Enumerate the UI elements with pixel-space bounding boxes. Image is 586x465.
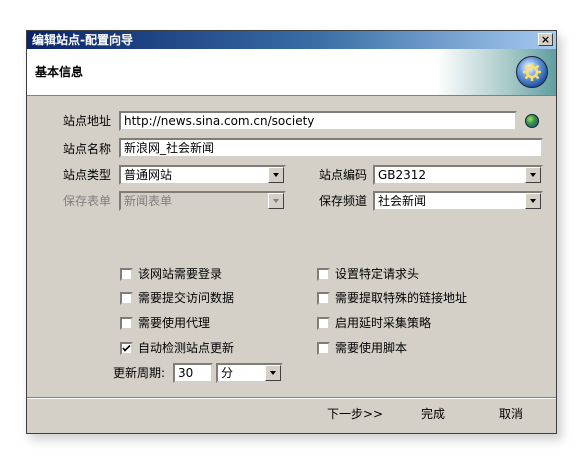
site-url-input[interactable]: http://news.sina.com.cn/society — [119, 111, 517, 131]
site-name-label: 站点名称 — [63, 142, 112, 156]
request-header-checkbox[interactable] — [317, 268, 330, 281]
globe-icon[interactable] — [525, 114, 539, 128]
special-link-label: 需要提取特殊的链接地址 — [335, 291, 468, 305]
save-channel-label: 保存频道 — [319, 194, 368, 208]
save-table-label: 保存表单 — [63, 194, 112, 208]
site-name-input[interactable]: 新浪网_社会新闻 — [119, 138, 543, 158]
checkmark-icon — [122, 344, 131, 352]
save-channel-value: 社会新闻 — [378, 194, 427, 208]
special-link-checkbox[interactable] — [317, 292, 330, 305]
use-proxy-checkbox[interactable] — [120, 317, 133, 330]
chevron-down-icon[interactable] — [265, 365, 281, 381]
site-encoding-select[interactable]: GB2312 — [373, 165, 543, 185]
site-type-label: 站点类型 — [63, 168, 112, 182]
save-table-select: 新闻表单 — [119, 191, 286, 211]
request-header-label: 设置特定请求头 — [335, 267, 420, 281]
auto-detect-update-label: 自动检测站点更新 — [138, 341, 235, 355]
use-proxy-label: 需要使用代理 — [138, 316, 211, 330]
window-title: 编辑站点-配置向导 — [32, 33, 133, 47]
title-bar[interactable]: 编辑站点-配置向导 × — [27, 31, 556, 49]
chevron-down-icon[interactable] — [525, 193, 541, 209]
site-url-label: 站点地址 — [63, 114, 112, 128]
save-channel-select[interactable]: 社会新闻 — [373, 191, 543, 211]
wizard-dialog: 编辑站点-配置向导 × 基本信息 站点地址 http://news.sina.c… — [26, 30, 557, 434]
site-encoding-label: 站点编码 — [319, 168, 368, 182]
footer-divider — [27, 397, 556, 399]
update-period-input[interactable]: 30 — [173, 363, 213, 383]
update-unit-value: 分 — [221, 366, 234, 380]
login-required-label: 该网站需要登录 — [138, 267, 223, 281]
delay-strategy-label: 启用延时采集策略 — [335, 316, 432, 330]
wizard-gear-icon — [516, 56, 548, 88]
next-button[interactable]: 下一步>> — [323, 403, 387, 425]
submit-data-label: 需要提交访问数据 — [138, 291, 235, 305]
chevron-down-icon[interactable] — [268, 167, 284, 183]
site-encoding-value: GB2312 — [378, 168, 427, 182]
auto-detect-update-checkbox[interactable] — [120, 342, 133, 355]
use-script-label: 需要使用脚本 — [335, 341, 408, 355]
chevron-down-icon — [268, 193, 284, 209]
site-type-select[interactable]: 普通网站 — [119, 165, 286, 185]
close-icon: × — [540, 33, 551, 46]
page-title: 基本信息 — [35, 65, 84, 79]
update-period-label: 更新周期: — [113, 366, 166, 380]
cancel-button[interactable]: 取消 — [493, 403, 529, 425]
update-unit-select[interactable]: 分 — [216, 363, 283, 383]
finish-button[interactable]: 完成 — [415, 403, 451, 425]
wizard-header: 基本信息 — [27, 49, 556, 96]
login-required-checkbox[interactable] — [120, 268, 133, 281]
site-type-value: 普通网站 — [124, 168, 173, 182]
close-button[interactable]: × — [538, 33, 553, 46]
save-table-value: 新闻表单 — [124, 194, 173, 208]
submit-data-checkbox[interactable] — [120, 292, 133, 305]
delay-strategy-checkbox[interactable] — [317, 317, 330, 330]
chevron-down-icon[interactable] — [525, 167, 541, 183]
use-script-checkbox[interactable] — [317, 342, 330, 355]
